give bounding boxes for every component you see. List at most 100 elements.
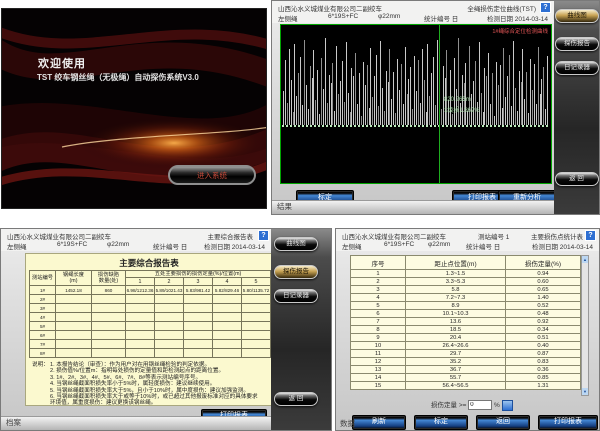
inspect-date-label: 检测日期 2014-03-14 [204, 241, 265, 251]
rope-spec-label: 6*19S+FC [384, 241, 414, 248]
table-row[interactable]: 4# [30, 313, 271, 322]
help-icon[interactable]: ? [258, 230, 269, 241]
rope-diameter-label: φ22mm [378, 13, 400, 20]
rope-label: 左侧绳 [342, 241, 362, 251]
splash-panel: 欢迎使用 TST 绞车钢丝绳（无极绳）自动探伤系统V3.0 进入系统 [1, 8, 267, 209]
sidebar-button-1[interactable]: 曲线图 [274, 237, 318, 251]
batch-label: 统计编号 日 [153, 241, 187, 251]
stats-table: 序号距止点位置(m)损伤定量(%)11.3~1.50.9423.3~5.30.6… [350, 255, 581, 390]
sidebar-button-3[interactable]: 日记录器 [274, 289, 318, 303]
filter-label: 损伤定量 [431, 402, 457, 409]
refresh-button[interactable]: 刷新 [352, 415, 406, 430]
scroll-up-icon[interactable]: ▲ [582, 256, 588, 263]
table-row[interactable]: 11.3~1.50.94 [351, 270, 581, 278]
enter-system-button[interactable]: 进入系统 [168, 165, 256, 185]
report-col-header: 测站编号 [30, 271, 56, 286]
screenshot-stage: 欢迎使用 TST 绞车钢丝绳（无极绳）自动探伤系统V3.0 进入系统 ? 山西沁… [0, 0, 600, 431]
report-table: 测站编号钢绳长度 (m)损伤缺陷 数量(处)五处主要损伤的损伤定量(%)/位置(… [29, 270, 271, 358]
table-row[interactable]: 610.1~10.30.48 [351, 310, 581, 318]
table-row[interactable]: 3# [30, 304, 271, 313]
curve-window: ? 山西沁水义城煤业有限公司二副绞车 全绳损伤定位曲线(TST) 左侧绳 6*1… [271, 0, 600, 215]
report-subcol-header: 4 [213, 278, 242, 286]
report-sidebar: 返 回 曲线图探伤报告日记录器 [271, 229, 331, 430]
company-label: 山西沁水义城煤业有限公司二副绞车 [342, 231, 446, 241]
cursor-position-label: 820.265m [444, 97, 471, 103]
company-label: 山西沁水义城煤业有限公司二副绞车 [7, 231, 111, 241]
inspect-date-label: 检测日期 2014-03-14 [487, 13, 548, 23]
report-col-header: 损伤缺陷 数量(处) [92, 271, 126, 286]
sidebar-button-2[interactable]: 探伤报告 [555, 37, 599, 51]
cursor-damage-label: 1级损1.862% [444, 105, 480, 114]
table-row[interactable]: 1235.20.83 [351, 358, 581, 366]
return-button[interactable]: 返回 [476, 415, 530, 430]
rope-diameter-label: φ22mm [107, 241, 129, 248]
table-row[interactable]: 818.50.34 [351, 326, 581, 334]
report-window: ? 山西沁水义城煤业有限公司二副绞车 主要综合报告表 左侧绳 6*19S+FC … [0, 228, 332, 431]
stats-view-title: 主要损伤点统计表 [531, 231, 583, 241]
table-row[interactable]: 6# [30, 331, 271, 340]
table-row[interactable]: 5# [30, 322, 271, 331]
curve-statusbar: 结果 [272, 200, 554, 214]
table-row[interactable]: 7# [30, 340, 271, 349]
rope-spec-label: 6*19S+FC [328, 13, 358, 20]
table-row[interactable]: 1455.70.85 [351, 374, 581, 382]
table-row[interactable]: 1336.70.36 [351, 366, 581, 374]
table-row[interactable]: 23.3~5.30.60 [351, 278, 581, 286]
table-row[interactable]: 1556.4~56.51.31 [351, 382, 581, 390]
notes-label: 说明： [32, 362, 49, 368]
scroll-down-icon[interactable]: ▼ [582, 388, 588, 395]
table-row[interactable]: 2# [30, 295, 271, 304]
sidebar-button-3[interactable]: 日记录器 [555, 61, 599, 75]
waveform-plot[interactable]: 1#绳综合定位检测曲线 820.265m 1级损1.862% [280, 24, 552, 184]
rope-label: 左侧绳 [278, 13, 298, 23]
station-number-label: 测站编号 1 [478, 231, 509, 241]
table-scrollbar[interactable]: ▲ ▼ [581, 255, 589, 396]
report-table-title: 主要综合报告表 [26, 257, 272, 269]
cursor-line[interactable] [439, 25, 440, 183]
sidebar-button-2[interactable]: 探伤报告 [274, 265, 318, 279]
filter-unit: % [494, 402, 500, 409]
report-subcol-header: 5 [242, 278, 271, 286]
report-col-header: 钢绳长度 (m) [56, 271, 92, 286]
report-view-title: 主要综合报告表 [208, 231, 254, 241]
table-row[interactable]: 1129.70.87 [351, 350, 581, 358]
report-subcol-header: 3 [184, 278, 213, 286]
batch-label: 统计编号 日 [424, 13, 458, 23]
calibrate-button[interactable]: 标定 [414, 415, 468, 430]
print-report-button[interactable]: 打印报表 [538, 415, 598, 430]
table-row[interactable]: 1026.4~26.60.40 [351, 342, 581, 350]
filter-apply-icon[interactable] [502, 400, 513, 411]
filter-operator: >= [459, 402, 467, 409]
waveform-baseline [282, 125, 550, 127]
table-row[interactable]: 35.80.65 [351, 286, 581, 294]
stats-col-header: 距止点位置(m) [406, 256, 506, 270]
stats-window: ? 山西沁水义城煤业有限公司二副绞车 测站编号 1 主要损伤点统计表 左侧绳 6… [335, 228, 600, 431]
note-line: 环境值，属重度损伤：建议更换该钢丝绳。 [50, 400, 269, 406]
table-row[interactable]: 1#1452.188606.98/1212.365.89/1021.435.83… [30, 286, 271, 295]
rope-diameter-label: φ22mm [428, 241, 450, 248]
waveform-bars [282, 33, 550, 125]
help-icon[interactable]: ? [585, 230, 596, 241]
rope-label: 左侧绳 [7, 241, 27, 251]
table-row[interactable]: 8# [30, 349, 271, 358]
company-label: 山西沁水义城煤业有限公司二副绞车 [278, 3, 382, 13]
stats-col-header: 序号 [351, 256, 406, 270]
table-row[interactable]: 713.60.92 [351, 318, 581, 326]
filter-value-input[interactable] [468, 400, 492, 410]
batch-label: 统计编号 日 [466, 241, 500, 251]
back-button[interactable]: 返 回 [555, 172, 599, 186]
report-subcol-header: 1 [126, 278, 155, 286]
curve-status-text: 结果 [277, 201, 292, 212]
help-icon[interactable]: ? [540, 2, 551, 13]
table-row[interactable]: 47.2~7.31.40 [351, 294, 581, 302]
table-row[interactable]: 58.90.52 [351, 302, 581, 310]
damage-filter: 损伤定量 >= % [431, 399, 513, 410]
report-sheet: 主要综合报告表 测站编号钢绳长度 (m)损伤缺陷 数量(处)五处主要损伤的损伤定… [25, 253, 273, 406]
report-subcol-header: 2 [155, 278, 184, 286]
sidebar-button-1[interactable]: 曲线图 [555, 9, 599, 23]
rope-spec-label: 6*19S+FC [57, 241, 87, 248]
splash-welcome-text: 欢迎使用 [38, 55, 86, 71]
back-button[interactable]: 返 回 [274, 392, 318, 406]
table-row[interactable]: 920.40.51 [351, 334, 581, 342]
report-header: 山西沁水义城煤业有限公司二副绞车 主要综合报告表 左侧绳 6*19S+FC φ2… [1, 229, 271, 251]
